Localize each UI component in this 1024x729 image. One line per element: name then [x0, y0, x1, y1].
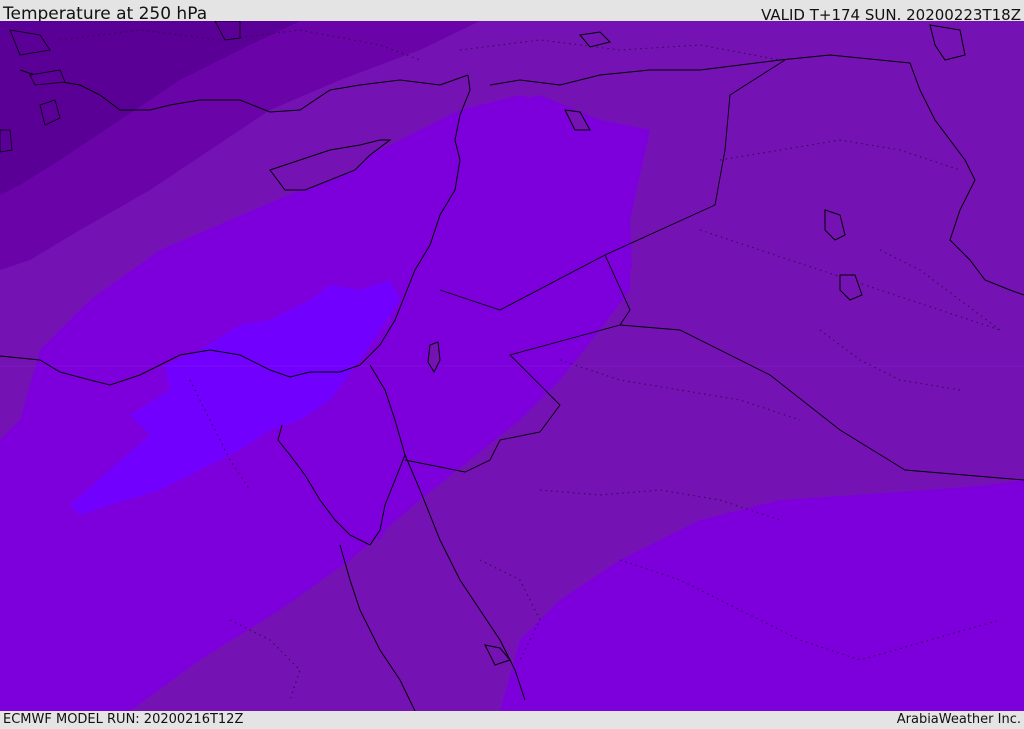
credit-label: ArabiaWeather Inc.	[896, 712, 1021, 727]
temperature-map[interactable]	[0, 21, 1024, 711]
header-bar: Temperature at 250 hPa VALID T+174 SUN. …	[0, 0, 1024, 24]
model-run: ECMWF MODEL RUN: 20200216T12Z	[3, 712, 244, 727]
map-canvas	[0, 21, 1024, 711]
footer-bar: ECMWF MODEL RUN: 20200216T12Z ArabiaWeat…	[0, 711, 1024, 729]
